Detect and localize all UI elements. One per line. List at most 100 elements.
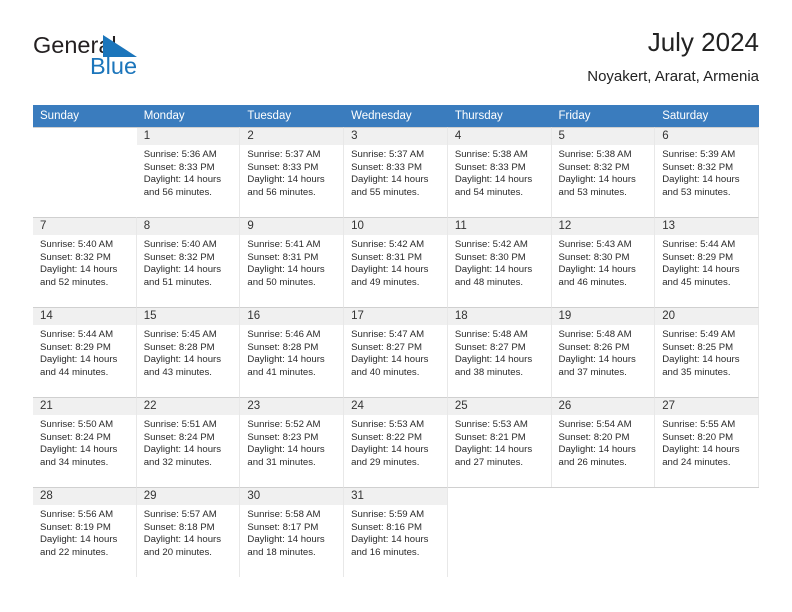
sunrise-text: Sunrise: 5:48 AM — [558, 329, 632, 340]
calendar-cell: 12 Sunrise: 5:43 AM Sunset: 8:30 PM Dayligh… — [551, 217, 656, 307]
daylight-text-line2: and 56 minutes. — [143, 186, 212, 198]
daylight-text-line1: Daylight: 14 hours — [351, 444, 429, 456]
day-number: 12 — [551, 218, 655, 235]
sunrise-text: Sunrise: 5:42 AM — [351, 239, 425, 250]
day-details: Sunrise: 5:55 AM Sunset: 8:20 PM Daylight:… — [655, 415, 758, 469]
calendar-day-cell[interactable]: 23 Sunrise: 5:52 AM Sunset: 8:23 PM Dayligh… — [240, 397, 345, 487]
daylight-text-line2: and 46 minutes. — [558, 276, 627, 288]
calendar-day-cell[interactable]: 11 Sunrise: 5:42 AM Sunset: 8:30 PM Dayligh… — [447, 217, 552, 307]
calendar-cell: 30 Sunrise: 5:58 AM Sunset: 8:17 PM Dayligh… — [240, 487, 345, 577]
sunrise-text: Sunrise: 5:52 AM — [247, 419, 321, 430]
daylight-text-line1: Daylight: 14 hours — [351, 264, 429, 276]
day-details: Sunrise: 5:59 AM Sunset: 8:16 PM Daylight:… — [344, 505, 447, 559]
day-details: Sunrise: 5:48 AM Sunset: 8:26 PM Daylight:… — [552, 325, 655, 379]
calendar-day-cell[interactable]: 3 Sunrise: 5:37 AM Sunset: 8:33 PM Daylight… — [344, 127, 448, 217]
sunrise-text: Sunrise: 5:56 AM — [40, 509, 114, 520]
calendar-day-cell[interactable]: 6 Sunrise: 5:39 AM Sunset: 8:32 PM Daylight… — [655, 127, 759, 217]
sunrise-text: Sunrise: 5:39 AM — [662, 149, 736, 160]
calendar-day-cell[interactable]: 14 Sunrise: 5:44 AM Sunset: 8:29 PM Dayligh… — [33, 307, 137, 397]
day-number: 8 — [136, 218, 240, 235]
calendar-day-cell[interactable]: 12 Sunrise: 5:43 AM Sunset: 8:30 PM Dayligh… — [551, 217, 656, 307]
calendar-day-cell[interactable]: 1 Sunrise: 5:36 AM Sunset: 8:33 PM Daylight… — [136, 127, 241, 217]
day-number: 7 — [33, 218, 136, 235]
day-details: Sunrise: 5:53 AM Sunset: 8:22 PM Daylight:… — [344, 415, 447, 469]
calendar-day-cell[interactable]: 30 Sunrise: 5:58 AM Sunset: 8:17 PM Dayligh… — [240, 487, 345, 577]
calendar-day-cell[interactable]: 7 Sunrise: 5:40 AM Sunset: 8:32 PM Daylight… — [33, 217, 137, 307]
daylight-text-line2: and 40 minutes. — [351, 366, 420, 378]
sunrise-text: Sunrise: 5:43 AM — [558, 239, 632, 250]
calendar-cell: 13 Sunrise: 5:44 AM Sunset: 8:29 PM Dayligh… — [655, 217, 759, 307]
sunset-text: Sunset: 8:29 PM — [40, 341, 111, 353]
calendar-day-cell[interactable]: 20 Sunrise: 5:49 AM Sunset: 8:25 PM Dayligh… — [655, 307, 759, 397]
calendar-day-cell[interactable]: 19 Sunrise: 5:48 AM Sunset: 8:26 PM Dayligh… — [551, 307, 656, 397]
day-number: 16 — [240, 308, 344, 325]
daylight-text-line1: Daylight: 14 hours — [558, 174, 636, 186]
day-number: 25 — [447, 398, 551, 415]
daylight-text-line2: and 27 minutes. — [454, 456, 524, 468]
daylight-text-line2: and 16 minutes. — [351, 546, 420, 558]
day-number: 1 — [136, 128, 240, 145]
sunrise-text: Sunrise: 5:54 AM — [558, 419, 632, 430]
daylight-text-line1: Daylight: 14 hours — [454, 354, 533, 366]
day-details: Sunrise: 5:42 AM Sunset: 8:31 PM Daylight:… — [344, 235, 447, 289]
day-number — [33, 128, 137, 145]
sunset-text: Sunset: 8:30 PM — [558, 251, 630, 263]
calendar-day-cell[interactable]: 26 Sunrise: 5:54 AM Sunset: 8:20 PM Dayligh… — [551, 397, 656, 487]
calendar-day-cell[interactable]: 5 Sunrise: 5:38 AM Sunset: 8:32 PM Daylight… — [551, 127, 656, 217]
day-number: 11 — [447, 218, 551, 235]
daylight-text-line1: Daylight: 14 hours — [143, 354, 222, 366]
weekday-header-monday: Monday — [136, 105, 241, 127]
sunrise-text: Sunrise: 5:36 AM — [143, 149, 217, 160]
day-number: 29 — [136, 488, 240, 505]
daylight-text-line1: Daylight: 14 hours — [143, 174, 222, 186]
day-number: 22 — [136, 398, 240, 415]
sunrise-text: Sunrise: 5:48 AM — [454, 329, 528, 340]
page-title: July 2024 — [647, 27, 759, 57]
daylight-text-line2: and 50 minutes. — [247, 276, 316, 288]
calendar-day-cell[interactable]: 21 Sunrise: 5:50 AM Sunset: 8:24 PM Dayligh… — [33, 397, 137, 487]
calendar-day-cell[interactable]: 25 Sunrise: 5:53 AM Sunset: 8:21 PM Dayligh… — [447, 397, 552, 487]
sunrise-text: Sunrise: 5:40 AM — [143, 239, 217, 250]
day-details: Sunrise: 5:46 AM Sunset: 8:28 PM Daylight:… — [240, 325, 343, 379]
calendar-cell: 31 Sunrise: 5:59 AM Sunset: 8:16 PM Dayligh… — [344, 487, 448, 577]
calendar-day-cell[interactable]: 4 Sunrise: 5:38 AM Sunset: 8:33 PM Daylight… — [447, 127, 552, 217]
daylight-text-line1: Daylight: 14 hours — [247, 534, 325, 546]
calendar-cell: 29 Sunrise: 5:57 AM Sunset: 8:18 PM Dayligh… — [136, 487, 241, 577]
weekday-header-friday: Friday — [551, 105, 656, 127]
calendar-cell: 1 Sunrise: 5:36 AM Sunset: 8:33 PM Daylight… — [136, 127, 241, 217]
daylight-text-line1: Daylight: 14 hours — [662, 354, 740, 366]
calendar-cell: 3 Sunrise: 5:37 AM Sunset: 8:33 PM Daylight… — [344, 127, 448, 217]
calendar-day-cell[interactable]: 28 Sunrise: 5:56 AM Sunset: 8:19 PM Dayligh… — [33, 487, 137, 577]
calendar-day-cell[interactable]: 24 Sunrise: 5:53 AM Sunset: 8:22 PM Dayligh… — [344, 397, 448, 487]
calendar-day-cell[interactable]: 17 Sunrise: 5:47 AM Sunset: 8:27 PM Dayligh… — [344, 307, 448, 397]
calendar-day-cell[interactable]: 2 Sunrise: 5:37 AM Sunset: 8:33 PM Daylight… — [240, 127, 345, 217]
calendar-day-cell[interactable]: 29 Sunrise: 5:57 AM Sunset: 8:18 PM Dayligh… — [136, 487, 241, 577]
general-blue-logo[interactable]: General Blue — [33, 33, 213, 92]
daylight-text-line1: Daylight: 14 hours — [662, 264, 740, 276]
calendar-day-cell[interactable]: 15 Sunrise: 5:45 AM Sunset: 8:28 PM Dayligh… — [136, 307, 241, 397]
day-number: 31 — [344, 488, 447, 505]
calendar-day-cell[interactable]: 16 Sunrise: 5:46 AM Sunset: 8:28 PM Dayligh… — [240, 307, 345, 397]
daylight-text-line2: and 20 minutes. — [143, 546, 212, 558]
day-number: 9 — [240, 218, 344, 235]
calendar-day-cell[interactable]: 22 Sunrise: 5:51 AM Sunset: 8:24 PM Dayligh… — [136, 397, 241, 487]
sunrise-text: Sunrise: 5:37 AM — [351, 149, 425, 160]
sunrise-text: Sunrise: 5:50 AM — [40, 419, 114, 430]
calendar-day-cell[interactable]: 10 Sunrise: 5:42 AM Sunset: 8:31 PM Dayligh… — [344, 217, 448, 307]
sunrise-text: Sunrise: 5:53 AM — [351, 419, 425, 430]
sunset-text: Sunset: 8:25 PM — [662, 341, 734, 353]
calendar-week-row: 1 Sunrise: 5:36 AM Sunset: 8:33 PM Daylight… — [33, 127, 759, 217]
calendar-day-cell[interactable]: 9 Sunrise: 5:41 AM Sunset: 8:31 PM Daylight… — [240, 217, 345, 307]
sunrise-text: Sunrise: 5:51 AM — [143, 419, 217, 430]
sunrise-text: Sunrise: 5:58 AM — [247, 509, 321, 520]
day-details: Sunrise: 5:50 AM Sunset: 8:24 PM Daylight:… — [33, 415, 136, 469]
calendar-day-cell[interactable]: 27 Sunrise: 5:55 AM Sunset: 8:20 PM Dayligh… — [655, 397, 759, 487]
sunset-text: Sunset: 8:29 PM — [662, 251, 734, 263]
daylight-text-line1: Daylight: 14 hours — [247, 444, 325, 456]
calendar-day-cell[interactable]: 31 Sunrise: 5:59 AM Sunset: 8:16 PM Dayligh… — [344, 487, 448, 577]
day-details: Sunrise: 5:53 AM Sunset: 8:21 PM Daylight:… — [448, 415, 551, 469]
calendar-day-cell[interactable]: 8 Sunrise: 5:40 AM Sunset: 8:32 PM Daylight… — [136, 217, 241, 307]
calendar-day-cell[interactable]: 13 Sunrise: 5:44 AM Sunset: 8:29 PM Dayligh… — [655, 217, 759, 307]
calendar-day-cell[interactable]: 18 Sunrise: 5:48 AM Sunset: 8:27 PM Dayligh… — [447, 307, 552, 397]
logo-text-blue: Blue — [90, 53, 138, 79]
